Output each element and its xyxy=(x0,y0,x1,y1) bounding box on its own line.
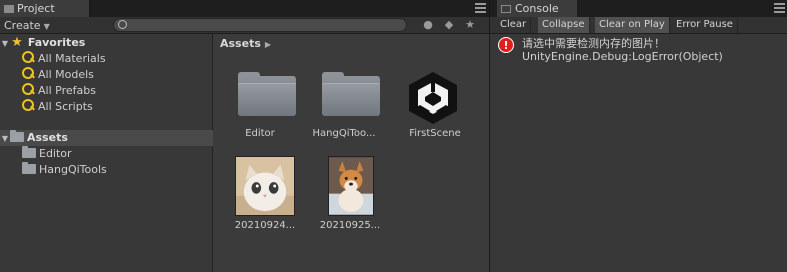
favorites-item-label: All Scripts xyxy=(38,100,93,113)
console-window-menu-icon[interactable] xyxy=(774,3,785,13)
log-message-line2: UnityEngine.Debug:LogError(Object) xyxy=(522,50,723,63)
breadcrumb-assets[interactable]: Assets xyxy=(220,37,261,50)
project-window: Project Create ▼ ● ◆ ★ ▼ ★ Favorites All M… xyxy=(0,0,489,272)
log-message: 请选中需要检测内存的图片！ UnityEngine.Debug:LogError… xyxy=(522,37,723,63)
search-icon xyxy=(118,20,127,29)
star-icon: ★ xyxy=(11,35,23,50)
project-window-menu-icon[interactable] xyxy=(475,3,486,13)
search-folder-icon xyxy=(22,99,35,112)
folder-icon xyxy=(238,72,296,116)
favorites-item-all-prefabs[interactable]: All Prefabs xyxy=(22,83,96,99)
asset-folder-editor[interactable]: Editor xyxy=(220,64,300,144)
asset-scene-firstscene[interactable]: FirstScene xyxy=(395,64,475,144)
chevron-down-icon: ▼ xyxy=(43,22,50,31)
project-folder-tree: ▼ ★ Favorites All Materials All Models Al… xyxy=(0,34,213,272)
asset-image-20210924[interactable]: 20210924... xyxy=(225,154,305,234)
create-button[interactable]: Create ▼ xyxy=(4,17,50,34)
project-toolbar: Create ▼ ● ◆ ★ xyxy=(0,17,489,34)
asset-folder-hangqitools[interactable]: HangQiToo... xyxy=(304,64,384,144)
tab-console[interactable]: Console xyxy=(497,0,577,17)
favorites-item-label: All Prefabs xyxy=(38,84,96,97)
favorites-header-label: Favorites xyxy=(27,36,86,49)
tree-folder-hangqitools[interactable]: HangQiTools xyxy=(22,162,107,178)
log-message-line1: 请选中需要检测内存的图片！ xyxy=(522,37,665,50)
collapse-button[interactable]: Collapse xyxy=(538,17,590,33)
favorites-item-all-scripts[interactable]: All Scripts xyxy=(22,99,93,115)
folder-icon xyxy=(22,162,36,174)
save-search-star-icon[interactable]: ★ xyxy=(463,19,477,31)
console-tab-label: Console xyxy=(515,2,559,15)
project-tabstrip: Project xyxy=(0,0,489,17)
breadcrumb-arrow-icon: ▶ xyxy=(264,40,272,49)
asset-label: Editor xyxy=(245,128,275,139)
tree-folder-editor[interactable]: Editor xyxy=(22,146,72,162)
filter-by-label-icon[interactable]: ◆ xyxy=(442,19,456,31)
error-icon: ! xyxy=(498,37,514,53)
dog-photo-thumbnail xyxy=(328,156,374,216)
project-tab-label: Project xyxy=(17,2,55,15)
expand-arrow-icon[interactable]: ▼ xyxy=(0,131,10,147)
cat-photo-thumbnail xyxy=(235,156,295,216)
assets-tree-root[interactable]: ▼ Assets xyxy=(0,130,213,146)
tree-folder-label: HangQiTools xyxy=(39,163,107,176)
folder-icon xyxy=(10,130,24,142)
favorites-header[interactable]: ▼ ★ Favorites xyxy=(0,35,85,51)
expand-arrow-icon[interactable]: ▼ xyxy=(0,36,10,52)
search-folder-icon xyxy=(22,51,35,64)
clear-button[interactable]: Clear xyxy=(496,17,532,33)
project-tab-icon xyxy=(4,5,14,13)
clear-on-play-button[interactable]: Clear on Play xyxy=(595,17,670,33)
asset-label: HangQiToo... xyxy=(312,128,376,139)
asset-label: 20210924... xyxy=(234,220,296,231)
asset-label: 20210925... xyxy=(319,220,381,231)
filter-by-type-icon[interactable]: ● xyxy=(421,19,435,31)
tab-project[interactable]: Project xyxy=(0,0,90,17)
search-folder-icon xyxy=(22,83,35,96)
assets-grid-panel: Assets ▶ Editor HangQiToo... FirstScene … xyxy=(214,34,489,272)
favorites-item-all-models[interactable]: All Models xyxy=(22,67,94,83)
create-button-label: Create xyxy=(4,19,41,32)
asset-image-20210925[interactable]: 20210925... xyxy=(310,154,390,234)
asset-label: FirstScene xyxy=(409,128,461,139)
breadcrumb[interactable]: Assets ▶ xyxy=(220,37,271,50)
search-folder-icon xyxy=(22,67,35,80)
favorites-item-all-materials[interactable]: All Materials xyxy=(22,51,106,67)
error-pause-button[interactable]: Error Pause xyxy=(672,17,738,33)
search-input[interactable] xyxy=(113,18,407,32)
console-tabstrip: Console xyxy=(490,0,787,17)
favorites-item-label: All Materials xyxy=(38,52,106,65)
assets-tree-label: Assets xyxy=(27,131,68,144)
favorites-item-label: All Models xyxy=(38,68,94,81)
console-toolbar: Clear Collapse Clear on Play Error Pause xyxy=(490,17,787,34)
folder-icon xyxy=(22,146,36,158)
tree-folder-label: Editor xyxy=(39,147,72,160)
console-tab-icon xyxy=(501,5,511,13)
folder-icon xyxy=(322,72,380,116)
console-window: Console Clear Collapse Clear on Play Err… xyxy=(489,0,787,272)
unity-scene-icon xyxy=(409,72,457,124)
